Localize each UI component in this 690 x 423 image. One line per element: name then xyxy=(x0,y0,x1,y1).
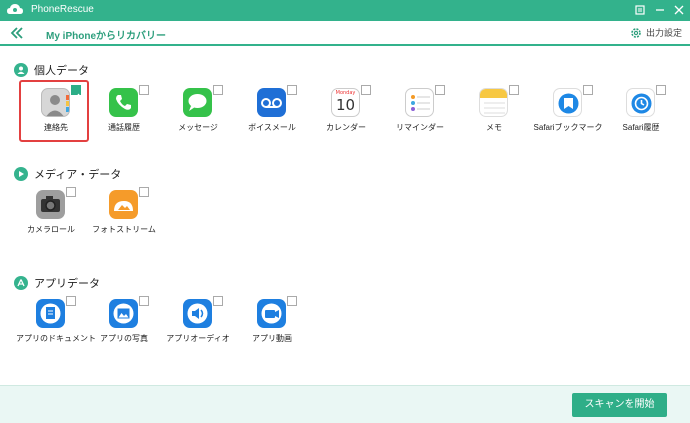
item-call-history[interactable]: 通話履歴 xyxy=(89,82,159,144)
checkbox-voicemail[interactable] xyxy=(287,85,297,95)
item-messages[interactable]: メッセージ xyxy=(163,82,233,144)
item-label: カメラロール xyxy=(27,225,75,234)
item-label: 連絡先 xyxy=(44,123,68,132)
checkbox-calendar[interactable] xyxy=(361,85,371,95)
minimize-button[interactable] xyxy=(652,2,668,18)
checkbox-safari-history[interactable] xyxy=(656,85,666,95)
item-voicemail[interactable]: ボイスメール xyxy=(237,82,307,144)
item-safari-bookmarks[interactable]: Safariブックマーク xyxy=(533,82,603,144)
item-label: メッセージ xyxy=(178,123,218,132)
item-label: フォトストリーム xyxy=(92,225,156,234)
menu-icon xyxy=(635,5,645,15)
section-media-data: メディア・データ xyxy=(14,166,121,182)
app-video-icon xyxy=(257,299,286,328)
app-audio-icon xyxy=(183,299,212,328)
app-photo-icon xyxy=(109,299,138,328)
reminders-icon xyxy=(405,88,434,117)
item-label: Safari履歴 xyxy=(622,123,660,132)
calendar-icon: Monday 10 xyxy=(331,88,360,117)
calendar-day: 10 xyxy=(335,96,356,114)
breadcrumb: My iPhoneからリカバリー xyxy=(46,31,167,42)
section-title: メディア・データ xyxy=(34,169,122,181)
menu-button[interactable] xyxy=(632,2,648,18)
messages-icon xyxy=(183,88,212,117)
item-contacts[interactable]: 連絡先 xyxy=(19,80,89,142)
camera-icon xyxy=(36,190,65,219)
checkbox-photo-stream[interactable] xyxy=(139,187,149,197)
checkbox-notes[interactable] xyxy=(509,85,519,95)
voicemail-icon xyxy=(257,88,286,117)
app-document-icon xyxy=(36,299,65,328)
checkbox-app-audio[interactable] xyxy=(213,296,223,306)
item-label: リマインダー xyxy=(396,123,444,132)
item-camera-roll[interactable]: カメラロール xyxy=(16,184,86,246)
checkbox-call-history[interactable] xyxy=(139,85,149,95)
item-notes[interactable]: メモ xyxy=(459,82,529,144)
item-label: カレンダー xyxy=(326,123,366,132)
item-reminders[interactable]: リマインダー xyxy=(385,82,455,144)
minimize-icon xyxy=(656,9,664,11)
checkbox-app-documents[interactable] xyxy=(66,296,76,306)
output-settings-label: 出力設定 xyxy=(645,29,682,39)
item-photo-stream[interactable]: フォトストリーム xyxy=(89,184,159,246)
item-label: アプリのドキュメント xyxy=(16,334,96,343)
item-app-documents[interactable]: アプリのドキュメント xyxy=(16,293,96,355)
close-button[interactable] xyxy=(671,2,687,18)
checkbox-messages[interactable] xyxy=(213,85,223,95)
title-bar: PhoneRescue xyxy=(0,0,690,21)
checkbox-app-photos[interactable] xyxy=(139,296,149,306)
item-label: ボイスメール xyxy=(248,123,296,132)
item-app-photos[interactable]: アプリの写真 xyxy=(89,293,159,355)
person-icon xyxy=(14,63,28,77)
item-label: Safariブックマーク xyxy=(533,123,603,132)
appstore-icon xyxy=(14,276,28,290)
play-icon xyxy=(14,167,28,181)
phonerescue-logo-icon xyxy=(7,4,23,14)
safari-bookmark-icon xyxy=(553,88,582,117)
output-settings-button[interactable]: 出力設定 xyxy=(630,26,682,39)
contacts-icon xyxy=(41,88,70,117)
checkbox-camera-roll[interactable] xyxy=(66,187,76,197)
item-label: 通話履歴 xyxy=(108,123,140,132)
section-app-data: アプリデータ xyxy=(14,275,100,291)
section-title: 個人データ xyxy=(34,65,89,77)
item-app-audio[interactable]: アプリオーディオ xyxy=(163,293,233,355)
notes-icon xyxy=(479,88,508,117)
checkbox-reminders[interactable] xyxy=(435,85,445,95)
checkbox-safari-bookmarks[interactable] xyxy=(583,85,593,95)
app-title: PhoneRescue xyxy=(31,4,94,15)
photostream-icon xyxy=(109,190,138,219)
item-label: アプリ動画 xyxy=(252,334,292,343)
gear-icon xyxy=(631,27,641,38)
back-double-chevron-icon[interactable] xyxy=(9,25,25,41)
checkbox-app-video[interactable] xyxy=(287,296,297,306)
item-calendar[interactable]: Monday 10 カレンダー xyxy=(311,82,381,144)
toolbar: My iPhoneからリカバリー 出力設定 xyxy=(0,21,690,46)
footer-bar: スキャンを開始 xyxy=(0,385,690,423)
item-app-video[interactable]: アプリ動画 xyxy=(237,293,307,355)
item-label: アプリオーディオ xyxy=(166,334,230,343)
section-personal-data: 個人データ xyxy=(14,62,89,78)
item-safari-history[interactable]: Safari履歴 xyxy=(606,82,676,144)
phone-icon xyxy=(109,88,138,117)
close-icon xyxy=(674,5,684,15)
section-title: アプリデータ xyxy=(34,278,100,290)
item-label: アプリの写真 xyxy=(100,334,148,343)
checkbox-contacts[interactable] xyxy=(71,85,81,101)
item-label: メモ xyxy=(486,123,502,132)
safari-history-icon xyxy=(626,88,655,117)
start-scan-button[interactable]: スキャンを開始 xyxy=(572,393,667,417)
